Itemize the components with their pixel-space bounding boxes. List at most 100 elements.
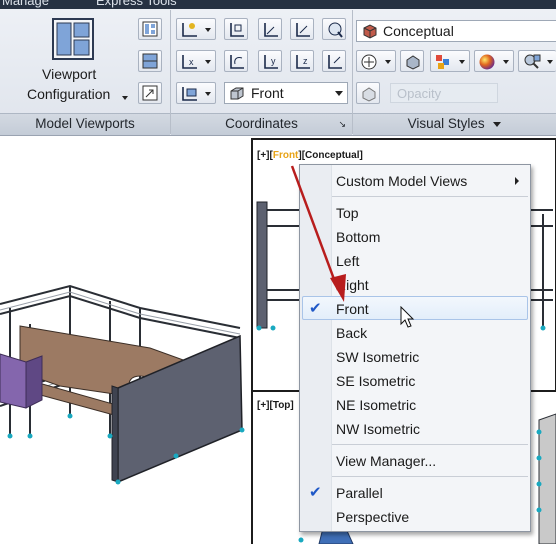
- chevron-down-icon: [503, 60, 509, 64]
- menu-separator: [332, 444, 528, 445]
- menu-item-se-isometric[interactable]: SE Isometric: [336, 373, 415, 389]
- menu-item-view-manager[interactable]: View Manager...: [336, 453, 436, 469]
- ribbon-tab-strip: Manage Express Tools: [0, 0, 556, 9]
- viewport-controls-label[interactable]: [+][: [257, 150, 273, 161]
- xray-button[interactable]: [518, 50, 556, 72]
- named-viewports-button[interactable]: [138, 18, 162, 40]
- ucs-zaxis-button[interactable]: [322, 50, 346, 72]
- ucs-view-button[interactable]: [176, 82, 216, 104]
- ucs-x-button[interactable]: x: [176, 50, 216, 72]
- svg-text:z: z: [303, 56, 308, 66]
- opacity-slider[interactable]: Opacity: [390, 83, 498, 103]
- check-icon: ✔: [309, 300, 322, 317]
- viewport-configuration-label-2: Configuration: [27, 86, 111, 102]
- svg-text:x: x: [189, 57, 194, 67]
- ucs-z-button[interactable]: z: [290, 50, 314, 72]
- named-viewports-icon: [142, 21, 158, 37]
- menu-item-bottom[interactable]: Bottom: [336, 229, 380, 245]
- menu-item-custom-model-views[interactable]: Custom Model Views: [336, 173, 467, 189]
- chevron-down-icon: [122, 96, 128, 100]
- xray-icon: [524, 54, 541, 69]
- visual-styles-panel-title[interactable]: Visual Styles: [353, 113, 556, 135]
- ucs-origin-icon: [264, 23, 278, 37]
- chevron-down-icon: [205, 28, 211, 32]
- material-button[interactable]: [430, 50, 470, 72]
- tab-express-tools[interactable]: Express Tools: [96, 0, 177, 8]
- restore-viewports-button[interactable]: [138, 82, 162, 104]
- chevron-down-icon: [459, 60, 465, 64]
- view-combo-value: Front: [251, 85, 284, 101]
- viewport-configuration-label-1: Viewport: [42, 66, 97, 82]
- front-viewport-label[interactable]: [+][Front][Conceptual]: [257, 150, 363, 161]
- mouse-cursor-icon: [400, 306, 415, 328]
- left-viewport-model: [0, 284, 245, 485]
- join-viewports-icon: [142, 53, 158, 69]
- shadow-button[interactable]: [400, 50, 424, 72]
- restore-viewports-icon: [142, 85, 158, 101]
- view-combo[interactable]: Front: [224, 82, 348, 104]
- visual-style-combo[interactable]: Conceptual: [356, 20, 556, 42]
- edge-style-button[interactable]: [356, 50, 396, 72]
- menu-item-perspective[interactable]: Perspective: [336, 509, 409, 525]
- chevron-down-icon: [385, 60, 391, 64]
- ucs-3point-button[interactable]: [290, 18, 314, 40]
- menu-separator: [332, 196, 528, 197]
- chevron-down-icon: [493, 121, 502, 127]
- check-icon: ✔: [309, 484, 322, 501]
- ucs-y-button[interactable]: y: [258, 50, 282, 72]
- menu-item-sw-isometric[interactable]: SW Isometric: [336, 349, 419, 365]
- menu-icon-gutter: [300, 165, 332, 531]
- chevron-down-icon: [205, 92, 211, 96]
- menu-item-left[interactable]: Left: [336, 253, 359, 269]
- cube-icon: [230, 87, 244, 100]
- coordinates-panel-title-text: Coordinates: [225, 116, 298, 131]
- menu-item-right[interactable]: Right: [336, 277, 369, 293]
- svg-text:y: y: [271, 56, 276, 66]
- viewport-configuration-icon: [52, 18, 94, 60]
- menu-item-back[interactable]: Back: [336, 325, 367, 341]
- ucs-z-icon: z: [296, 55, 310, 69]
- ucs-previous-icon: [230, 55, 244, 69]
- ucs-3point-icon: [296, 23, 310, 37]
- ucs-object-button[interactable]: [322, 18, 346, 40]
- menu-item-top[interactable]: Top: [336, 205, 359, 221]
- chevron-down-icon: [547, 60, 553, 64]
- ucs-world-button[interactable]: [224, 18, 248, 40]
- chevron-down-icon: [205, 60, 211, 64]
- viewport-configuration-button[interactable]: Viewport Configuration: [22, 14, 130, 110]
- shadow-icon: [406, 55, 420, 70]
- view-context-menu: Custom Model Views Top Bottom Left Right…: [299, 164, 531, 532]
- color-sphere-icon: [479, 54, 495, 70]
- ucs-button[interactable]: [176, 18, 216, 40]
- visual-style-icon: [363, 24, 377, 39]
- ucs-previous-button[interactable]: [224, 50, 248, 72]
- visual-style-controls-label[interactable]: ][Conceptual]: [298, 150, 362, 161]
- submenu-arrow-icon: [515, 177, 519, 185]
- tab-manage[interactable]: Manage: [2, 0, 49, 8]
- opacity-icon: [362, 87, 376, 102]
- menu-item-nw-isometric[interactable]: NW Isometric: [336, 421, 420, 437]
- material-icon: [436, 55, 449, 69]
- opacity-placeholder: Opacity: [397, 86, 442, 101]
- edge-style-icon: [361, 54, 377, 70]
- ucs-view-icon: [182, 87, 197, 101]
- coordinates-panel-title: Coordinates ↘: [171, 113, 352, 135]
- chevron-down-icon: [335, 91, 343, 96]
- ribbon: Manage Express Tools Viewport Configurat…: [0, 0, 556, 136]
- menu-item-parallel[interactable]: Parallel: [336, 485, 383, 501]
- visual-styles-panel-title-text: Visual Styles: [407, 116, 485, 131]
- ucs-x-icon: x: [182, 55, 197, 69]
- color-sphere-button[interactable]: [474, 50, 514, 72]
- ucs-icon: [182, 23, 197, 37]
- ucs-origin-button[interactable]: [258, 18, 282, 40]
- ucs-object-icon: [328, 22, 343, 38]
- menu-item-ne-isometric[interactable]: NE Isometric: [336, 397, 416, 413]
- model-viewports-panel-title: Model Viewports: [0, 113, 170, 135]
- opacity-toggle-button[interactable]: [356, 82, 380, 104]
- dialog-launcher-icon[interactable]: ↘: [338, 114, 346, 134]
- ucs-zaxis-icon: [328, 55, 342, 69]
- view-controls-label[interactable]: Front: [273, 150, 299, 161]
- join-viewports-button[interactable]: [138, 50, 162, 72]
- menu-item-front[interactable]: Front: [336, 301, 369, 317]
- ucs-world-icon: [230, 23, 244, 37]
